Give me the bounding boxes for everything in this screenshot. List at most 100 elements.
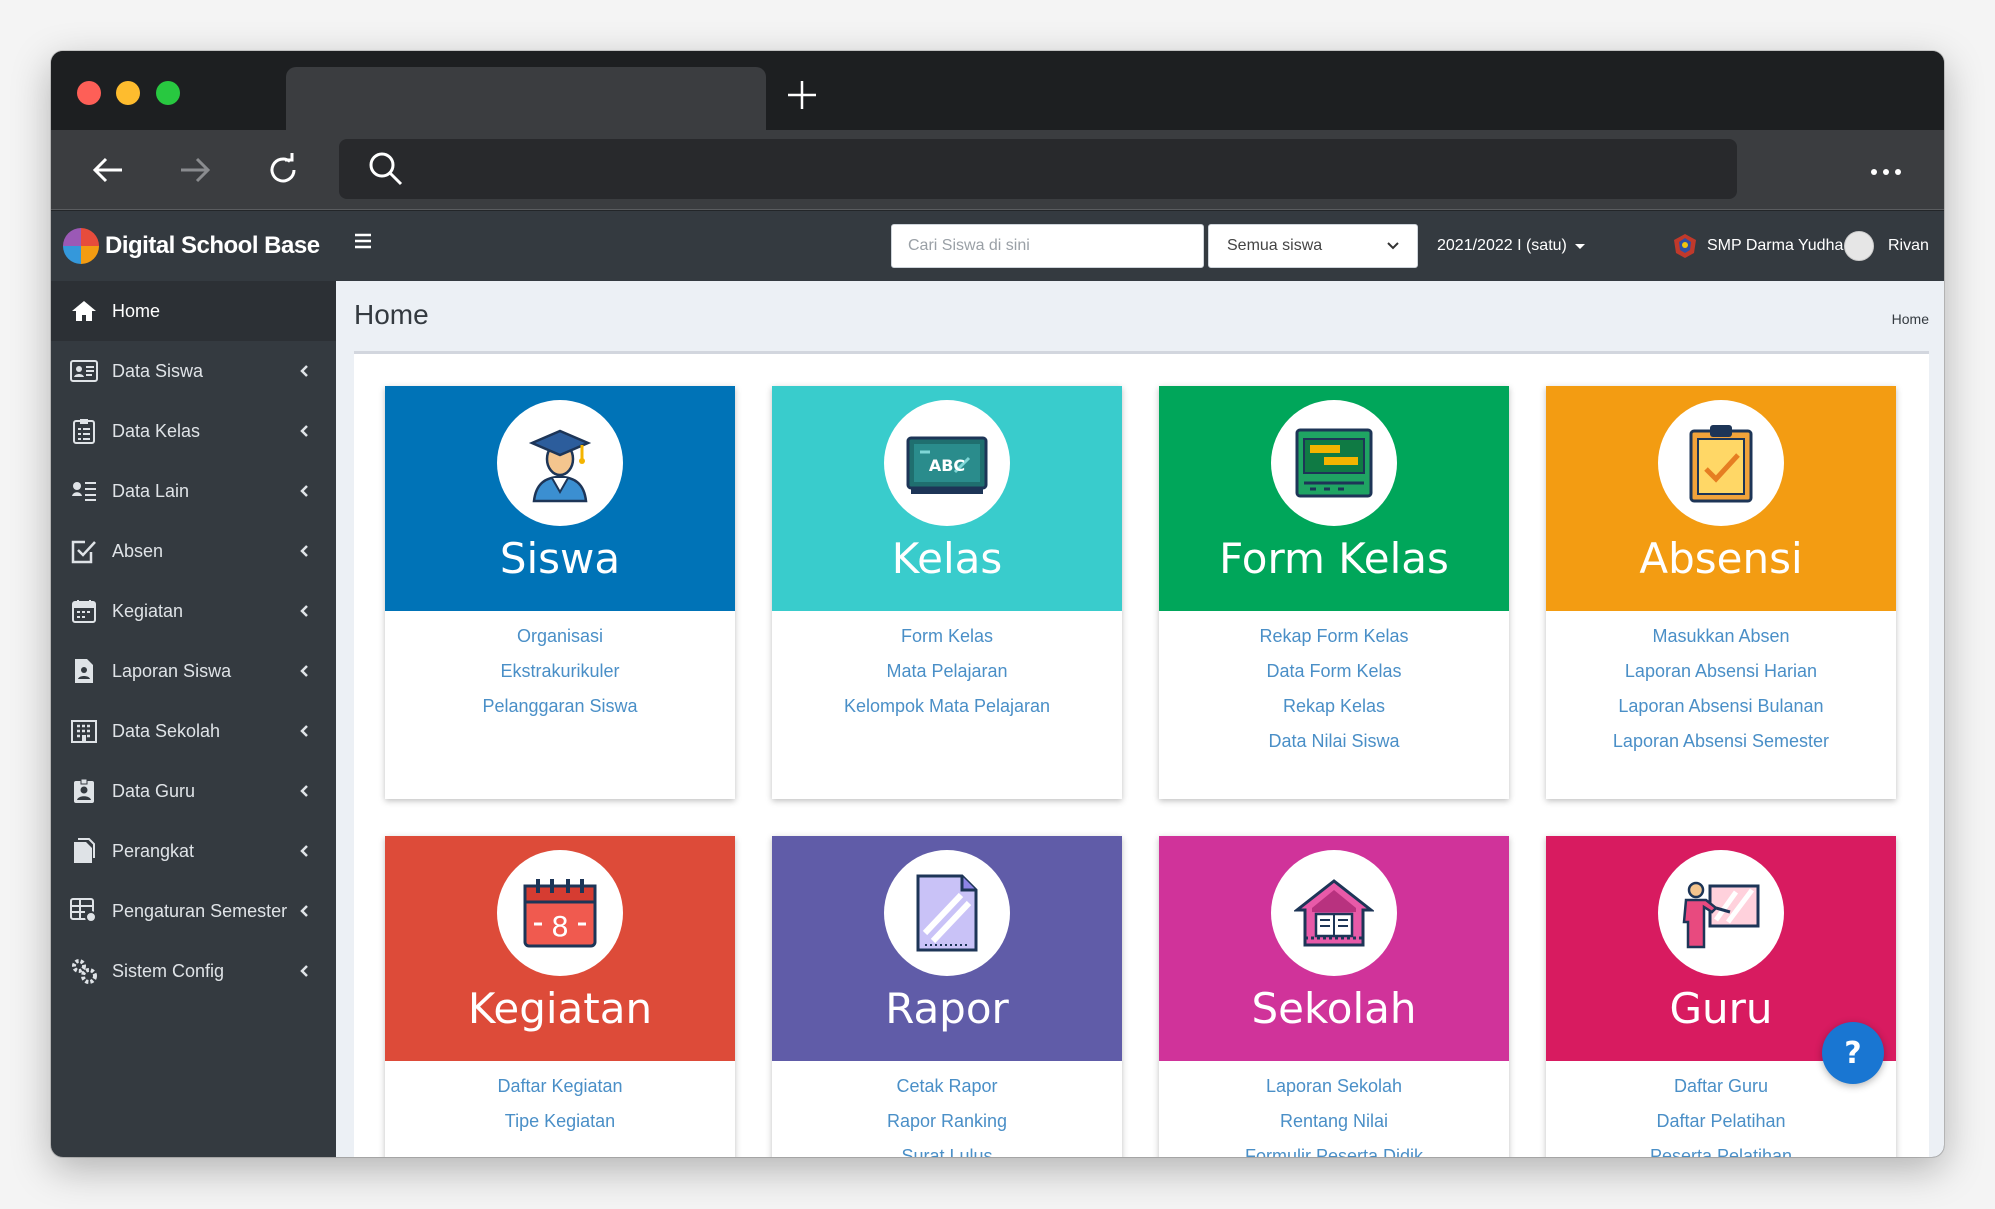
brand-logo <box>63 228 99 264</box>
school-name: SMP Darma Yudha <box>1707 237 1844 254</box>
sidebar-item-label: Data Siswa <box>112 360 204 381</box>
user-menu[interactable]: Rivan <box>1844 211 1929 281</box>
badge-icon <box>69 776 99 806</box>
card-link[interactable]: Cetak Rapor <box>772 1074 1122 1109</box>
chevron-left-icon <box>300 605 308 617</box>
tab-bar <box>51 51 1944 130</box>
help-button[interactable]: ? <box>1822 1022 1884 1084</box>
card-link[interactable]: Laporan Absensi Bulanan <box>1546 694 1896 729</box>
minimize-window-button[interactable] <box>116 81 140 105</box>
user-name: Rivan <box>1888 237 1929 254</box>
sidebar-item-data-siswa[interactable]: Data Siswa <box>51 341 336 401</box>
chevron-left-icon <box>300 845 308 857</box>
card-link[interactable]: Data Nilai Siswa <box>1159 729 1509 764</box>
sidebar-item-kegiatan[interactable]: Kegiatan <box>51 581 336 641</box>
school-dropdown[interactable]: SMP Darma Yudha <box>1671 211 1862 281</box>
sidebar-item-data-lain[interactable]: Data Lain <box>51 461 336 521</box>
sidebar: Home Data Siswa Data Kelas Data Lain Abs… <box>51 281 336 1157</box>
app-viewport: Digital School Base Semua siswa 2021/202… <box>51 211 1944 1157</box>
card-rapor: Rapor Cetak Rapor Rapor Ranking Surat Lu… <box>772 836 1122 1157</box>
card-link[interactable]: Rekap Kelas <box>1159 694 1509 729</box>
brand[interactable]: Digital School Base <box>63 223 320 269</box>
sidebar-item-label: Data Guru <box>112 780 196 801</box>
new-tab-icon[interactable] <box>784 77 820 113</box>
chevron-left-icon <box>300 545 308 557</box>
calendar-icon <box>69 596 99 626</box>
card-link[interactable]: Formulir Peserta Didik <box>1159 1144 1509 1157</box>
card-link[interactable]: Tipe Kegiatan <box>385 1109 735 1144</box>
card-header[interactable]: ABC Kelas <box>772 386 1122 611</box>
card-link[interactable]: Organisasi <box>385 624 735 659</box>
chevron-down-icon <box>1387 242 1399 250</box>
card-link[interactable]: Ekstrakurikuler <box>385 659 735 694</box>
sidebar-item-pengaturan-semester[interactable]: Pengaturan Semester <box>51 881 336 941</box>
sidebar-item-data-kelas[interactable]: Data Kelas <box>51 401 336 461</box>
sidebar-item-label: Laporan Siswa <box>112 660 232 681</box>
back-arrow-icon[interactable] <box>88 150 128 190</box>
card-link[interactable]: Laporan Sekolah <box>1159 1074 1509 1109</box>
sidebar-item-label: Sistem Config <box>112 960 225 981</box>
sidebar-item-data-sekolah[interactable]: Data Sekolah <box>51 701 336 761</box>
card-link[interactable]: Laporan Absensi Harian <box>1546 659 1896 694</box>
address-bar[interactable] <box>339 139 1737 199</box>
browser-tab[interactable] <box>286 67 766 130</box>
card-links: Daftar Kegiatan Tipe Kegiatan <box>385 1074 735 1144</box>
card-absensi: Absensi Masukkan Absen Laporan Absensi H… <box>1546 386 1896 799</box>
period-dropdown[interactable]: 2021/2022 I (satu) <box>1437 211 1585 281</box>
card-header[interactable]: 8 Kegiatan <box>385 836 735 1061</box>
clipboard-check-icon <box>1658 400 1784 526</box>
page-title: Home <box>354 299 429 330</box>
student-filter-select[interactable]: Semua siswa <box>1208 224 1418 268</box>
close-window-button[interactable] <box>77 81 101 105</box>
sidebar-item-laporan-siswa[interactable]: Laporan Siswa <box>51 641 336 701</box>
sidebar-item-label: Absen <box>112 540 164 561</box>
forward-arrow-icon[interactable] <box>175 150 215 190</box>
card-link[interactable]: Laporan Absensi Semester <box>1546 729 1896 764</box>
card-link[interactable]: Rentang Nilai <box>1159 1109 1509 1144</box>
reload-icon[interactable] <box>263 150 303 190</box>
card-link[interactable]: Rapor Ranking <box>772 1109 1122 1144</box>
card-header[interactable]: Form Kelas <box>1159 386 1509 611</box>
card-sekolah: Sekolah Laporan Sekolah Rentang Nilai Fo… <box>1159 836 1509 1157</box>
card-links: Cetak Rapor Rapor Ranking Surat Lulus <box>772 1074 1122 1157</box>
chevron-left-icon <box>300 965 308 977</box>
svg-text:ABC: ABC <box>929 456 965 475</box>
student-search-input[interactable] <box>891 224 1204 268</box>
card-header[interactable]: Siswa <box>385 386 735 611</box>
sidebar-item-label: Home <box>112 300 161 321</box>
card-form-kelas: Form Kelas Rekap Form Kelas Data Form Ke… <box>1159 386 1509 799</box>
sidebar-item-sistem-config[interactable]: Sistem Config <box>51 941 336 1001</box>
sidebar-item-label: Data Lain <box>112 480 190 501</box>
card-link[interactable]: Masukkan Absen <box>1546 624 1896 659</box>
school-logo-icon <box>1674 234 1696 258</box>
hamburger-menu-icon[interactable] <box>353 231 375 253</box>
card-link[interactable]: Peserta Pelatihan <box>1546 1144 1896 1157</box>
card-link[interactable]: Rekap Form Kelas <box>1159 624 1509 659</box>
card-link[interactable]: Kelompok Mata Pelajaran <box>772 694 1122 729</box>
period-label: 2021/2022 I (satu) <box>1437 237 1567 254</box>
card-header[interactable]: Absensi <box>1546 386 1896 611</box>
card-link[interactable]: Form Kelas <box>772 624 1122 659</box>
card-link[interactable]: Pelanggaran Siswa <box>385 694 735 729</box>
card-header[interactable]: Rapor <box>772 836 1122 1061</box>
sidebar-item-absen[interactable]: Absen <box>51 521 336 581</box>
card-links: Daftar Guru Daftar Pelatihan Peserta Pel… <box>1546 1074 1896 1157</box>
cogs-icon <box>69 956 99 986</box>
card-link[interactable]: Mata Pelajaran <box>772 659 1122 694</box>
more-options-icon[interactable] <box>1866 164 1906 180</box>
card-header[interactable]: Sekolah <box>1159 836 1509 1061</box>
card-link[interactable]: Data Form Kelas <box>1159 659 1509 694</box>
home-icon <box>69 296 99 326</box>
sidebar-item-data-guru[interactable]: Data Guru <box>51 761 336 821</box>
caret-down-icon <box>1574 243 1585 249</box>
maximize-window-button[interactable] <box>156 81 180 105</box>
search-icon <box>369 152 403 186</box>
breadcrumb[interactable]: Home <box>1892 311 1929 327</box>
card-link[interactable]: Daftar Kegiatan <box>385 1074 735 1109</box>
sidebar-item-home[interactable]: Home <box>51 281 336 341</box>
sidebar-item-label: Data Kelas <box>112 420 201 441</box>
card-link[interactable]: Daftar Pelatihan <box>1546 1109 1896 1144</box>
dashboard-panel: Siswa Organisasi Ekstrakurikuler Pelangg… <box>354 351 1929 1157</box>
sidebar-item-perangkat[interactable]: Perangkat <box>51 821 336 881</box>
card-link[interactable]: Surat Lulus <box>772 1144 1122 1157</box>
